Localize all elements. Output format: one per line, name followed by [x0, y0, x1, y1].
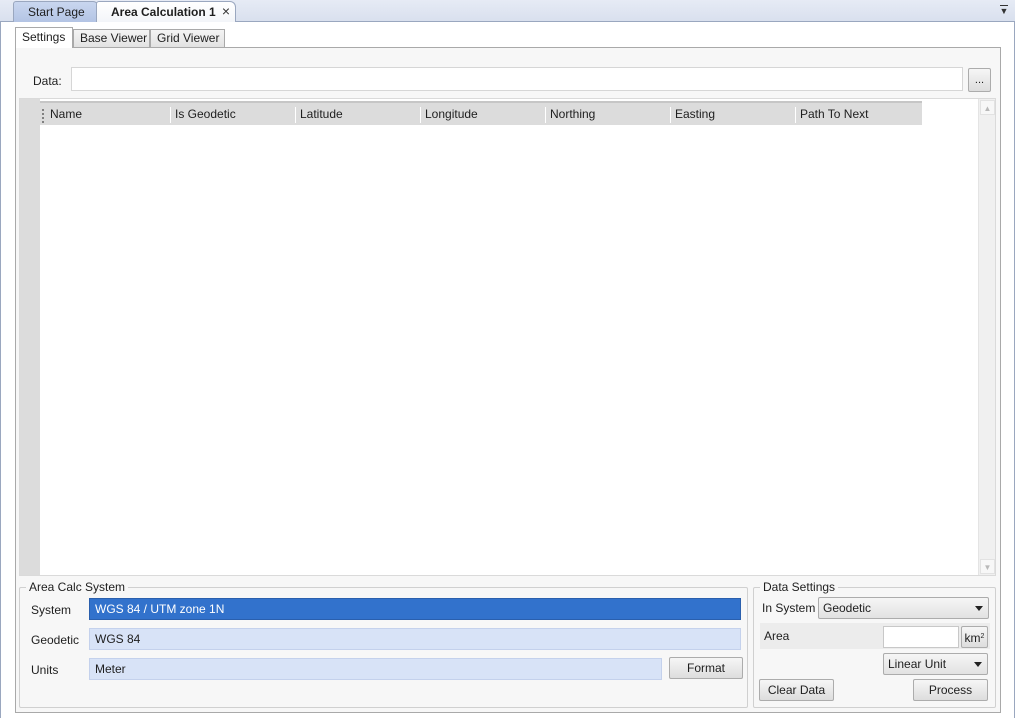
in-system-value: Geodetic	[823, 601, 872, 615]
area-output[interactable]	[883, 626, 959, 648]
chevron-down-icon	[974, 662, 982, 667]
column-header-name[interactable]: Name	[46, 107, 171, 123]
doc-tab-start-page[interactable]: Start Page	[13, 1, 99, 22]
grip-icon	[42, 109, 44, 123]
clear-data-button[interactable]: Clear Data	[759, 679, 834, 701]
tab-settings[interactable]: Settings	[15, 27, 73, 48]
doc-tab-area-calculation[interactable]: Area Calculation 1 ×	[96, 1, 236, 22]
area-unit-button[interactable]: km2	[961, 626, 988, 648]
in-system-select[interactable]: Geodetic	[818, 597, 989, 619]
column-header-longitude[interactable]: Longitude	[421, 107, 546, 123]
group-title: Data Settings	[760, 580, 839, 594]
chevron-down-icon[interactable]: ▼	[999, 4, 1009, 16]
system-label: System	[31, 603, 72, 617]
application-window: Start Page Area Calculation 1 × ▼ Settin…	[0, 0, 1015, 718]
document-tab-strip: Start Page Area Calculation 1 × ▼	[0, 0, 1015, 22]
linear-unit-select[interactable]: Linear Unit	[883, 653, 988, 675]
format-button[interactable]: Format	[669, 657, 743, 679]
area-unit-label: km	[964, 631, 981, 645]
area-unit-exponent: 2	[980, 633, 985, 640]
units-field[interactable]: Meter	[89, 658, 662, 680]
column-header-latitude[interactable]: Latitude	[296, 107, 421, 123]
chevron-down-icon	[975, 606, 983, 611]
column-header-path-to-next[interactable]: Path To Next	[796, 107, 922, 123]
column-header-northing[interactable]: Northing	[546, 107, 671, 123]
scroll-up-icon[interactable]: ▲	[980, 100, 995, 115]
data-label: Data:	[33, 74, 62, 88]
grid-header: Name Is Geodetic Latitude Longitude Nort…	[40, 101, 922, 125]
data-path-input[interactable]	[71, 67, 963, 91]
doc-tab-label: Start Page	[28, 5, 85, 19]
points-grid[interactable]: Name Is Geodetic Latitude Longitude Nort…	[19, 98, 996, 576]
browse-button[interactable]: ...	[968, 68, 991, 92]
doc-tab-label: Area Calculation 1	[111, 5, 216, 19]
linear-unit-value: Linear Unit	[888, 657, 947, 671]
vertical-scrollbar[interactable]: ▲ ▼	[978, 99, 995, 575]
column-header-is-geodetic[interactable]: Is Geodetic	[171, 107, 296, 123]
process-button[interactable]: Process	[913, 679, 988, 701]
row-header-strip	[20, 99, 40, 575]
system-field[interactable]: WGS 84 / UTM zone 1N	[89, 598, 741, 620]
in-system-label: In System	[762, 601, 816, 615]
geodetic-field[interactable]: WGS 84	[89, 628, 741, 650]
group-title: Area Calc System	[26, 580, 129, 594]
units-label: Units	[31, 663, 59, 677]
tab-base-viewer[interactable]: Base Viewer	[73, 29, 150, 47]
area-label: Area	[764, 629, 790, 643]
close-icon[interactable]: ×	[222, 4, 230, 18]
column-header-easting[interactable]: Easting	[671, 107, 796, 123]
tab-grid-viewer[interactable]: Grid Viewer	[150, 29, 225, 47]
geodetic-label: Geodetic	[31, 633, 80, 647]
scroll-down-icon[interactable]: ▼	[980, 559, 995, 574]
